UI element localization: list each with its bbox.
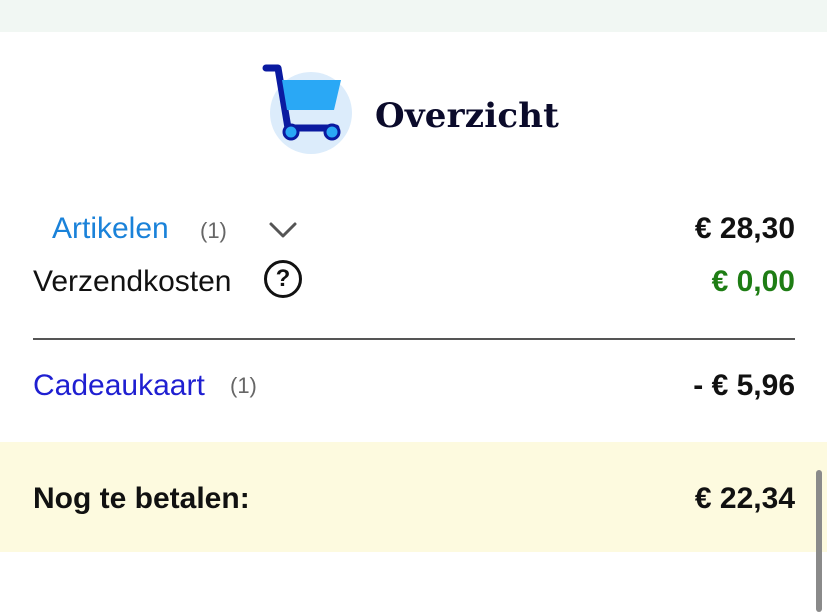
total-due-label: Nog te betalen: — [33, 482, 250, 515]
articles-count: (1) — [200, 218, 227, 243]
articles-row: Artikelen (1) € 28,30 — [33, 212, 795, 252]
shopping-cart-icon — [262, 64, 341, 141]
articles-link[interactable]: Artikelen — [52, 212, 169, 246]
overview-header: Overzicht — [262, 62, 622, 158]
page-title: Overzicht — [375, 96, 560, 136]
help-icon[interactable]: ? — [264, 260, 302, 298]
shipping-label: Verzendkosten — [33, 265, 232, 298]
total-due-section: Nog te betalen: € 22,34 — [0, 442, 827, 552]
giftcard-amount: - € 5,96 — [693, 369, 795, 402]
divider — [33, 338, 795, 340]
top-strip — [0, 0, 827, 32]
shipping-amount: € 0,00 — [711, 265, 795, 298]
shipping-row: Verzendkosten ? € 0,00 — [33, 260, 795, 305]
chevron-down-icon[interactable] — [267, 216, 299, 244]
total-due-amount: € 22,34 — [694, 482, 795, 515]
giftcard-link[interactable]: Cadeaukaart — [33, 369, 205, 403]
giftcard-row: Cadeaukaart (1) - € 5,96 — [33, 369, 795, 409]
scrollbar[interactable] — [816, 470, 822, 612]
giftcard-count: (1) — [230, 373, 257, 398]
articles-amount: € 28,30 — [694, 212, 795, 245]
